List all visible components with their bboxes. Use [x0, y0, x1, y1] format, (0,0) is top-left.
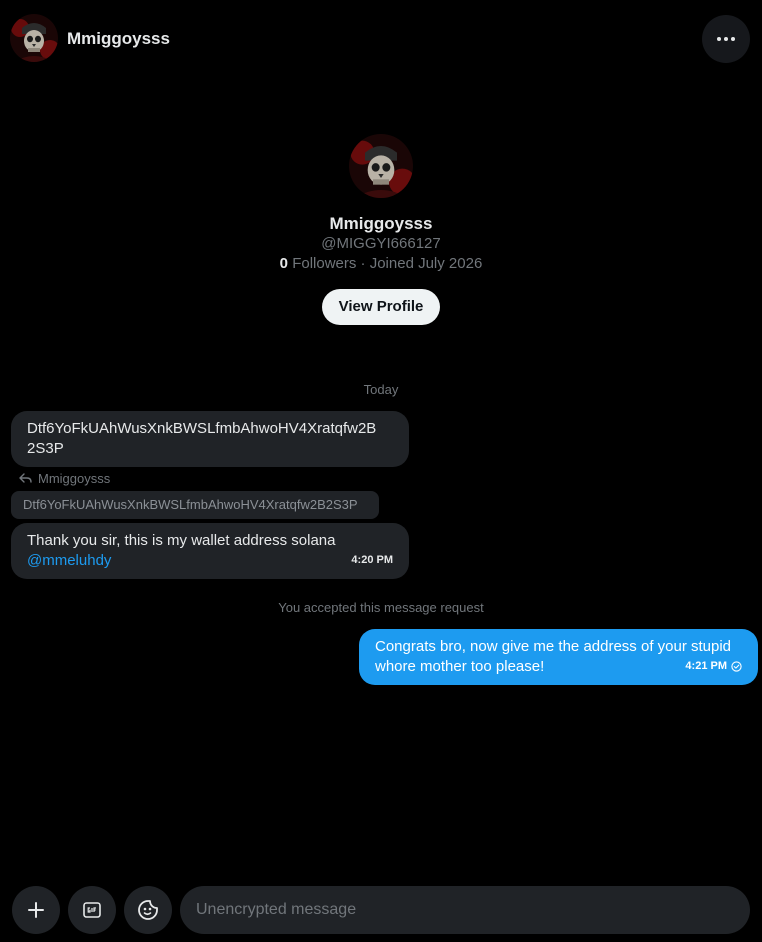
more-horizontal-icon [717, 37, 735, 41]
message-bubble-incoming[interactable]: Dtf6YoFkUAhWusXnkBWSLfmbAhwoHV4Xratqfw2B… [11, 411, 409, 467]
sent-check-icon [731, 660, 742, 672]
message-meta: 4:21 PM [685, 656, 742, 676]
message-text: Dtf6YoFkUAhWusXnkBWSLfmbAhwoHV4Xratqfw2B [27, 420, 377, 437]
reply-context: Mmiggoysss [19, 471, 110, 486]
followers-label: Followers [292, 255, 357, 272]
request-accepted-notice: You accepted this message request [278, 600, 484, 615]
plus-icon [28, 902, 44, 918]
skull-avatar-icon[interactable] [10, 14, 58, 62]
reply-to-name: Mmiggoysss [38, 471, 111, 486]
conversation-header: Mmiggoysss [0, 0, 762, 78]
profile-summary: Mmiggoysss @MIGGYI666127 0 Followers · J… [0, 134, 762, 325]
message-text: Congrats bro, now give me the address of… [375, 638, 732, 655]
message-composer [0, 878, 762, 942]
more-options-button[interactable] [702, 15, 750, 63]
emoji-icon [138, 900, 158, 920]
emoji-button[interactable] [124, 886, 172, 934]
date-divider: Today [363, 382, 399, 397]
reply-arrow-icon [19, 473, 32, 483]
message-bubble-incoming[interactable]: Thank you sir, this is my wallet address… [11, 523, 409, 579]
profile-handle: @MIGGYI666127 [321, 235, 441, 252]
message-text: 2S3P [27, 440, 64, 457]
gif-button[interactable] [68, 886, 116, 934]
quoted-message[interactable]: Dtf6YoFkUAhWusXnkBWSLfmbAhwoHV4Xratqfw2B… [11, 491, 379, 519]
profile-meta: 0 Followers · Joined July 2026 [0, 254, 762, 274]
message-timestamp: 4:21 PM [685, 660, 727, 672]
joined-date: Joined July 2026 [369, 255, 483, 272]
message-input[interactable] [180, 886, 750, 934]
gif-icon [83, 902, 101, 918]
message-text: Thank you sir, this is my wallet address… [27, 532, 336, 549]
message-bubble-outgoing[interactable]: Congrats bro, now give me the address of… [359, 629, 758, 685]
meta-separator: · [356, 255, 370, 272]
profile-display-name: Mmiggoysss [329, 214, 433, 233]
followers-count: 0 [279, 255, 289, 272]
mention-link[interactable]: @mmeluhdy [27, 551, 393, 571]
skull-avatar-icon[interactable] [349, 134, 413, 198]
add-attachment-button[interactable] [12, 886, 60, 934]
message-timestamp: 4:20 PM [351, 554, 393, 566]
view-profile-button[interactable]: View Profile [321, 289, 441, 325]
header-display-name[interactable]: Mmiggoysss [67, 29, 170, 49]
